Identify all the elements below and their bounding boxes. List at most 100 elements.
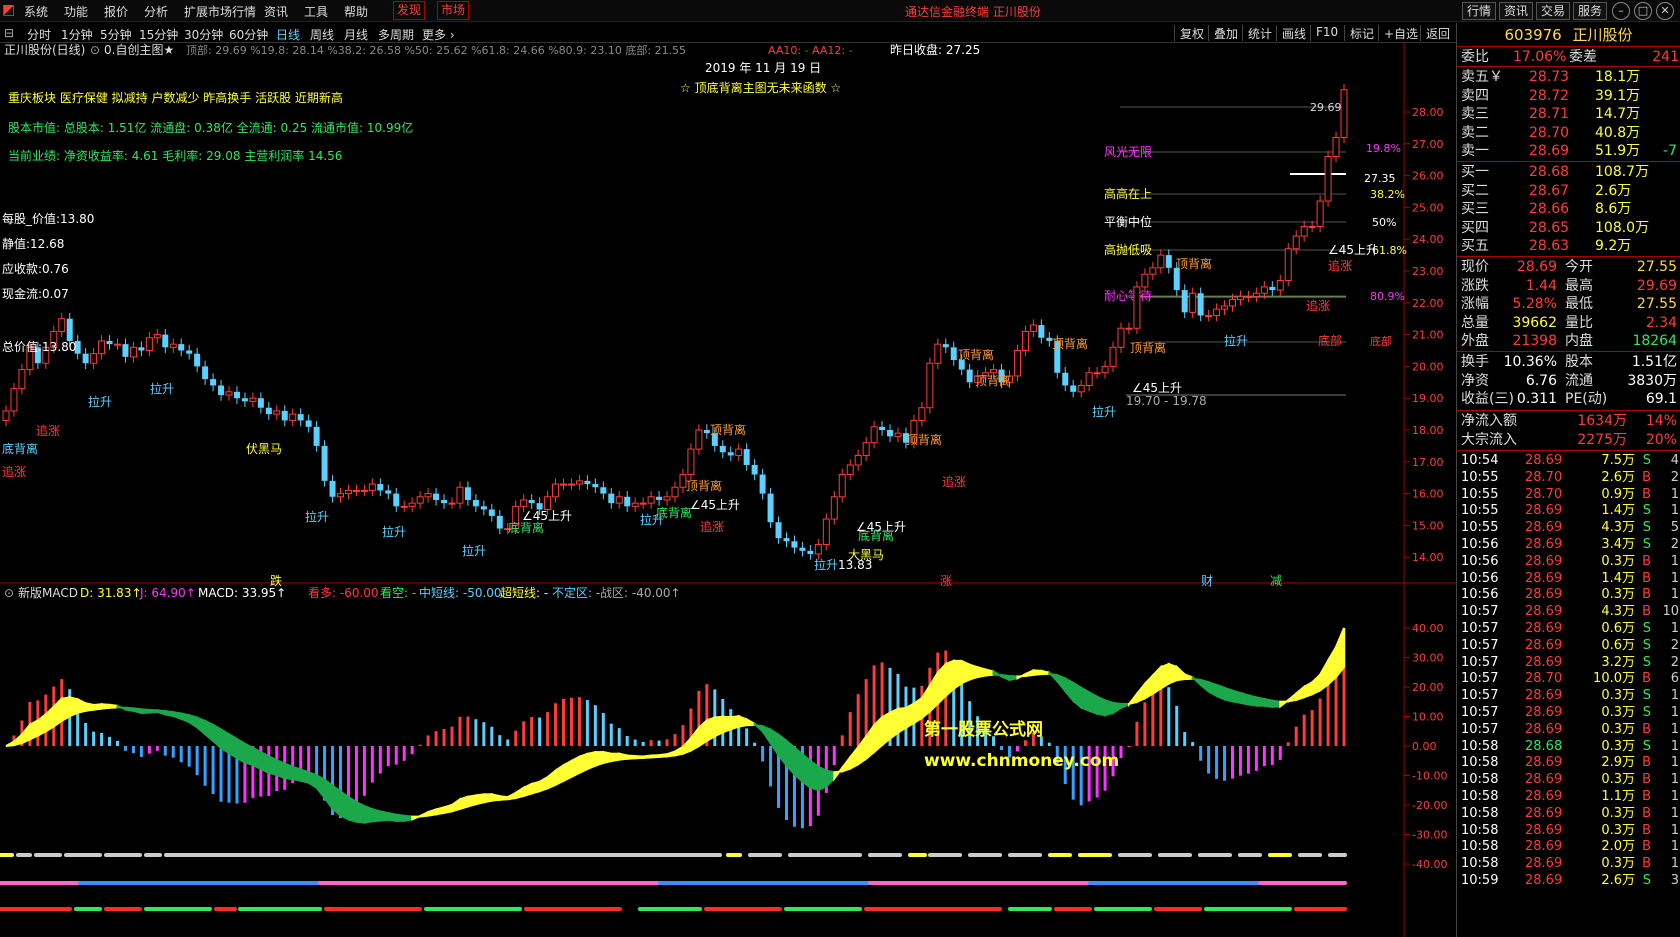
menu-function[interactable]: 功能 <box>64 3 88 20</box>
candle-body <box>344 489 352 495</box>
stat-value: 1.44 <box>1525 277 1557 294</box>
candle-body <box>544 496 552 510</box>
signal-label: ∠45上升 <box>522 509 572 523</box>
news-tab-button[interactable]: 资讯 <box>1499 2 1534 20</box>
macd-tick-label: -40.00 <box>1412 858 1447 871</box>
mark-button[interactable]: 标记 <box>1344 25 1374 41</box>
macd-band-segment <box>1096 695 1107 717</box>
candle-body <box>894 432 902 437</box>
macd-band-segment <box>968 663 979 681</box>
menu-tools[interactable]: 工具 <box>304 3 328 20</box>
candle-body <box>480 506 487 510</box>
signal-label: 拉升 <box>150 381 174 396</box>
tick-price: 28.69 <box>1525 520 1563 536</box>
macd-band-segment <box>228 732 238 760</box>
panel-divider <box>1457 410 1680 411</box>
price-tick-label: 26.00 <box>1412 170 1444 183</box>
tick-time: 10:56 <box>1461 587 1499 603</box>
signal-label: 财 <box>1201 574 1213 588</box>
service-tab-button[interactable]: 服务 <box>1573 2 1608 20</box>
trade-tab-button[interactable]: 交易 <box>1536 2 1571 20</box>
back-button[interactable]: 返回 <box>1420 25 1450 41</box>
macd-band-segment <box>594 750 605 768</box>
macd-band-segment <box>1112 701 1122 715</box>
chart-area[interactable]: 28.00 27.00 26.00 25.00 24.00 23.00 22.00 21.00… <box>0 43 1456 937</box>
macd-band-segment <box>578 752 589 775</box>
menu-help[interactable]: 帮助 <box>344 3 368 20</box>
price-tick-label: 21.00 <box>1412 329 1444 342</box>
formula-name[interactable]: 0.自创主图★ <box>104 43 174 57</box>
maximize-icon[interactable]: □ <box>1634 2 1652 20</box>
macd-d: D: 31.83↑ <box>80 586 142 600</box>
macd-band-segment <box>1279 698 1290 709</box>
stat-value: 39662 <box>1512 314 1557 331</box>
period-more[interactable]: 更多 › <box>422 26 455 43</box>
macd-band-segment <box>1127 690 1138 708</box>
period-30min[interactable]: 30分钟 <box>184 26 223 43</box>
macd-band-segment <box>1303 680 1314 699</box>
layout-icon[interactable]: ⊟ <box>4 26 14 40</box>
menu-news[interactable]: 资讯 <box>264 3 288 20</box>
statistics-button[interactable]: 统计 <box>1242 25 1272 41</box>
period-5min[interactable]: 5分钟 <box>100 26 132 43</box>
candle-body <box>433 493 440 500</box>
settings-icon[interactable]: ⊙ <box>90 43 100 57</box>
quote-tab-button[interactable]: 行情 <box>1462 2 1497 20</box>
macd-band-segment <box>1247 694 1258 707</box>
candle-body <box>887 430 894 437</box>
menu-system[interactable]: 系统 <box>24 3 48 20</box>
menu-extended-market[interactable]: 扩展市场行情 <box>184 3 256 20</box>
tick-side: B <box>1642 486 1651 502</box>
period-monthly[interactable]: 月线 <box>344 26 368 43</box>
macd-band-segment <box>124 706 135 713</box>
menu-analysis[interactable]: 分析 <box>144 3 168 20</box>
ask-price: 28.70 <box>1529 124 1570 141</box>
period-15min[interactable]: 15分钟 <box>139 26 178 43</box>
f10-button[interactable]: F10 <box>1310 25 1338 41</box>
macd-band-segment <box>108 703 119 709</box>
discover-button[interactable]: 发现 <box>393 1 426 20</box>
candle-body <box>814 543 822 555</box>
candle-body <box>1244 295 1252 298</box>
macd-band-segment <box>339 789 350 822</box>
period-daily[interactable]: 日线 <box>276 26 300 43</box>
minimize-icon[interactable]: – <box>1612 2 1630 20</box>
macd-band-segment <box>721 715 732 734</box>
period-1min[interactable]: 1分钟 <box>61 26 93 43</box>
candle-body <box>1181 290 1188 313</box>
tick-volume: 7.5万 <box>1601 453 1635 468</box>
overlay-button[interactable]: 叠加 <box>1208 25 1238 41</box>
price-tick-label: 18.00 <box>1412 424 1444 437</box>
menu-quote[interactable]: 报价 <box>104 3 128 20</box>
candle-body <box>727 452 734 456</box>
signal-label: 拉升 <box>305 509 329 524</box>
period-multi[interactable]: 多周期 <box>378 26 414 43</box>
macd-tick-label: -20.00 <box>1412 799 1447 812</box>
candle-body <box>639 502 647 505</box>
macd-band-segment <box>1335 627 1345 680</box>
period-timeshare[interactable]: 分时 <box>27 26 51 43</box>
candle-body <box>400 505 408 508</box>
candle-body <box>1133 286 1141 329</box>
price-tick-label: 22.00 <box>1412 297 1444 310</box>
tick-count: 2 <box>1670 637 1679 653</box>
close-icon[interactable]: ✕ <box>1656 2 1674 20</box>
candle-body <box>567 483 575 486</box>
add-watchlist-button[interactable]: +自选 <box>1378 25 1418 41</box>
candle-body <box>560 483 567 486</box>
market-button[interactable]: 市场 <box>437 1 470 20</box>
macd-band-segment <box>259 750 270 775</box>
draw-line-button[interactable]: 画线 <box>1276 25 1306 41</box>
stat-label: 内盘 <box>1565 333 1593 349</box>
signal-label: 顶背离 <box>975 373 1011 388</box>
macd-settings-icon[interactable]: ⊙ <box>4 586 14 600</box>
adjust-button[interactable]: 复权 <box>1174 25 1204 41</box>
tick-price: 28.69 <box>1525 503 1563 519</box>
price-tick-label: 15.00 <box>1412 519 1444 532</box>
candle-body <box>488 509 495 516</box>
tick-row: 10:58 28.69 2.9万 B 1 <box>1457 754 1680 772</box>
macd-band-segment <box>1215 683 1226 701</box>
macd-band-segment <box>506 791 517 801</box>
period-60min[interactable]: 60分钟 <box>229 26 268 43</box>
period-weekly[interactable]: 周线 <box>310 26 334 43</box>
